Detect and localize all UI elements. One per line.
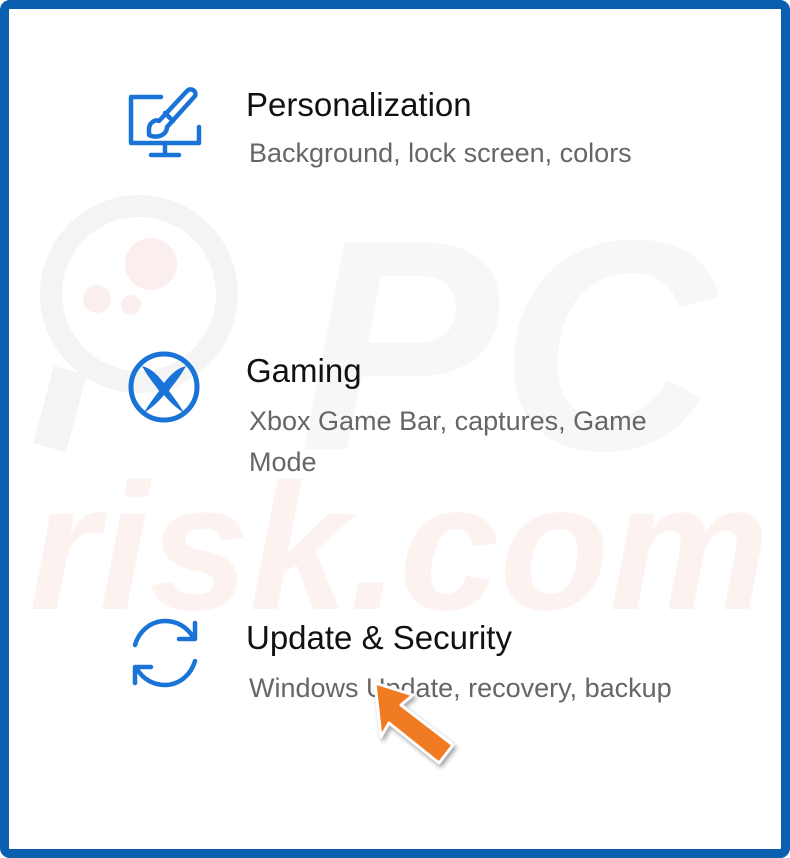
update-security-title: Update & Security (246, 619, 512, 656)
update-security-description: Windows Update, recovery, backup (249, 673, 672, 703)
personalization-description: Background, lock screen, colors (249, 138, 632, 168)
update-sync-arrows-icon (109, 609, 209, 699)
settings-item-personalization[interactable]: Personalization Background, lock screen,… (109, 69, 729, 199)
settings-item-gaming[interactable]: Gaming Xbox Game Bar, captures, Game Mod… (109, 339, 729, 489)
settings-item-update-security[interactable]: Update & Security Windows Update, recove… (109, 607, 729, 767)
personalization-monitor-brush-icon (109, 83, 209, 173)
gaming-description: Xbox Game Bar, captures, Game Mode (249, 406, 647, 477)
xbox-icon (109, 343, 209, 433)
settings-window-frame: PC risk.com Personalization Background, … (0, 0, 790, 858)
gaming-title: Gaming (246, 352, 362, 389)
personalization-title: Personalization (246, 86, 472, 123)
